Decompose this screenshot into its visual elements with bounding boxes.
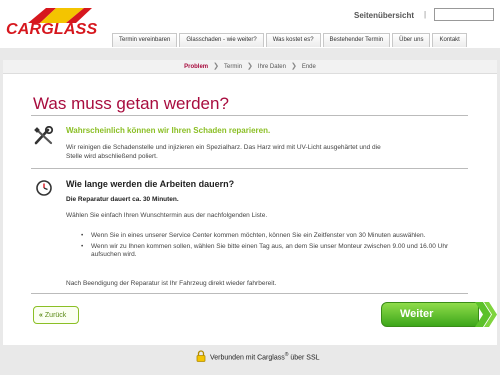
divider [31,293,468,294]
chevron-right-icon: ❯ [247,63,253,70]
chevron-right-icon: ❯ [290,63,297,70]
main-nav: Termin vereinbaren Glasschaden - wie wei… [112,33,469,47]
back-button[interactable]: « Zurück [33,306,79,324]
clock-icon [36,180,52,196]
lock-icon [196,350,206,362]
divider [31,115,468,116]
tab-was-kostet-es[interactable]: Was kostet es? [265,33,321,47]
header-separator: | [424,10,427,19]
ssl-note: Verbunden mit Carglass® über SSL [210,352,320,361]
repair-heading: Wahrscheinlich können wir Ihren Schaden … [66,126,271,135]
main-content: Was muss getan werden? Wahrscheinlich kö… [3,74,497,345]
list-item: Wenn Sie in eines unserer Service Center… [81,232,451,241]
duration-heading: Wie lange werden die Arbeiten dauern? [66,179,235,189]
tab-glasschaden[interactable]: Glasschaden - wie weiter? [179,33,264,47]
next-button-body: Weiter [381,302,479,327]
chevron-right-icon: ❯ [213,63,220,70]
tab-ueber-uns[interactable]: Über uns [392,33,431,47]
header: CARGLASS Seitenübersicht | Termin verein… [0,0,500,48]
step-problem: Problem [184,64,209,70]
footer: Verbunden mit Carglass® über SSL [0,345,500,375]
tab-termin-vereinbaren[interactable]: Termin vereinbaren [112,33,178,47]
tab-kontakt[interactable]: Kontakt [432,33,467,47]
list-item: Wenn wir zu Ihnen kommen sollen, wählen … [81,243,451,260]
progress-steps: Problem ❯ Termin ❯ Ihre Daten ❯ Ende [3,60,497,74]
step-termin: Termin [224,64,243,70]
next-button-label: Weiter [400,308,434,320]
logo-text: CARGLASS [6,21,98,38]
sitemap-link[interactable]: Seitenübersicht [354,11,414,20]
options-list: Wenn Sie in eines unserer Service Center… [81,232,451,262]
step-ihre-daten: Ihre Daten [257,64,286,70]
choose-instruction: Wählen Sie einfach Ihren Wunschtermin au… [66,212,268,219]
double-chevron-left-icon: « [39,311,43,319]
ssl-suffix: über SSL [288,354,320,362]
after-repair-note: Nach Beendigung der Reparatur ist Ihr Fa… [66,280,277,287]
double-chevron-right-icon [475,302,497,327]
ssl-prefix: Verbunden mit Carglass [210,354,285,362]
duration-summary: Die Reparatur dauert ca. 30 Minuten. [66,196,179,203]
tools-icon [34,126,54,145]
divider [31,168,468,169]
step-ende: Ende [301,64,316,70]
carglass-logo[interactable]: CARGLASS [6,6,106,40]
page-title: Was muss getan werden? [33,94,229,113]
tab-bestehender-termin[interactable]: Bestehender Termin [322,33,391,47]
search-input[interactable] [434,8,494,21]
next-button[interactable]: Weiter [381,302,499,327]
repair-description: Wir reinigen die Schadenstelle und injiz… [66,144,381,160]
back-button-label: Zurück [44,311,67,319]
